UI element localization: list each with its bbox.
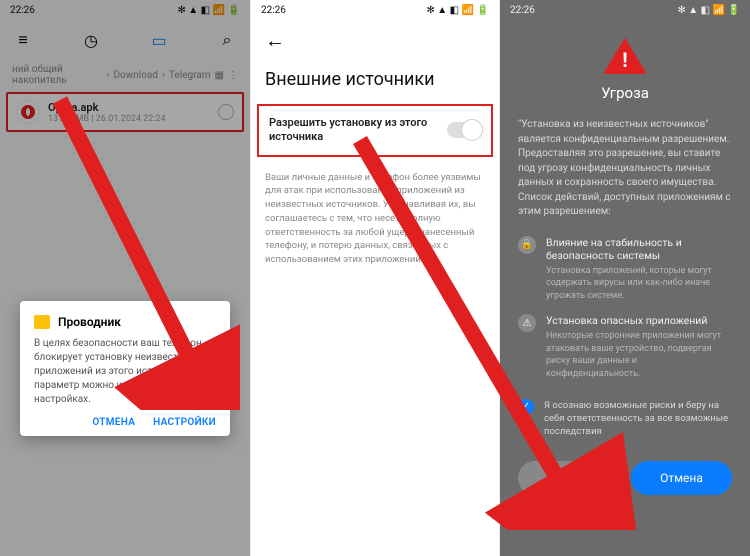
back-icon[interactable]: ← [265, 28, 285, 52]
page-title: Внешние источники [251, 61, 499, 104]
allow-label: Разрешить установку из этого источника [269, 116, 439, 145]
cancel-button[interactable]: ОТМЕНА [92, 417, 135, 428]
settings-button[interactable]: НАСТРОЙКИ [153, 417, 216, 428]
warning-description: Ваши личные данные и телефон более уязви… [251, 157, 499, 281]
risk-desc: Некоторые сторонние приложения могут ата… [546, 330, 732, 380]
risk-desc: Установка приложений, которые могут соде… [546, 265, 732, 303]
risk-title: Установка опасных приложений [546, 314, 732, 327]
warning-body: "Установка из неизвестных источников" яв… [500, 112, 750, 230]
status-time: 22:26 [510, 5, 535, 16]
status-bar: 22:26 ✻ ▲ ◧ 📶 🔋 [500, 0, 750, 20]
modal-overlay: Проводник В целях безопасности ваш телеф… [0, 0, 250, 556]
phone-threat-dialog: 22:26 ✻ ▲ ◧ 📶 🔋 Угроза "Установка из неи… [500, 0, 750, 556]
status-bar: 22:26 ✻ ▲ ◧ 📶 🔋 [251, 0, 499, 20]
warning-title: Угроза [601, 84, 649, 102]
allow-install-row[interactable]: Разрешить установку из этого источника [257, 104, 493, 157]
checkbox-checked-icon[interactable]: ✓ [518, 399, 534, 415]
folder-icon [34, 315, 50, 329]
dialog-title: Проводник [58, 315, 121, 329]
risk-dangerous-apps: ⚠ Установка опасных приложений Некоторые… [500, 308, 750, 386]
alert-icon: ⚠ [518, 314, 536, 332]
button-row: ОК Отмена [500, 451, 750, 505]
risk-stability: 🔒 Влияние на стабильность и безопасность… [500, 230, 750, 309]
dialog-body: В целях безопасности ваш телефон блокиру… [34, 337, 216, 407]
warning-triangle-icon [603, 38, 647, 74]
cancel-button[interactable]: Отмена [631, 461, 732, 495]
ok-button[interactable]: ОК [518, 461, 619, 495]
risk-title: Влияние на стабильность и безопасность с… [546, 236, 732, 262]
lock-icon: 🔒 [518, 236, 536, 254]
acknowledge-row[interactable]: ✓ Я осознаю возможные риски и беру на се… [500, 387, 750, 451]
security-dialog: Проводник В целях безопасности ваш телеф… [20, 301, 230, 436]
dialog-title-row: Проводник [34, 315, 216, 329]
status-icons: ✻ ▲ ◧ 📶 🔋 [677, 5, 740, 16]
warning-header: Угроза [500, 20, 750, 112]
phone-file-manager: 22:26 ✻ ▲ ◧ 📶 🔋 ≡ ◷ ▭ ⌕ ний общий накопи… [0, 0, 250, 556]
status-icons: ✻ ▲ ◧ 📶 🔋 [426, 5, 489, 16]
phone-external-sources: 22:26 ✻ ▲ ◧ 📶 🔋 ← Внешние источники Разр… [250, 0, 500, 556]
allow-toggle[interactable] [447, 122, 481, 138]
status-time: 22:26 [261, 5, 286, 16]
acknowledge-text: Я осознаю возможные риски и беру на себя… [544, 399, 732, 439]
